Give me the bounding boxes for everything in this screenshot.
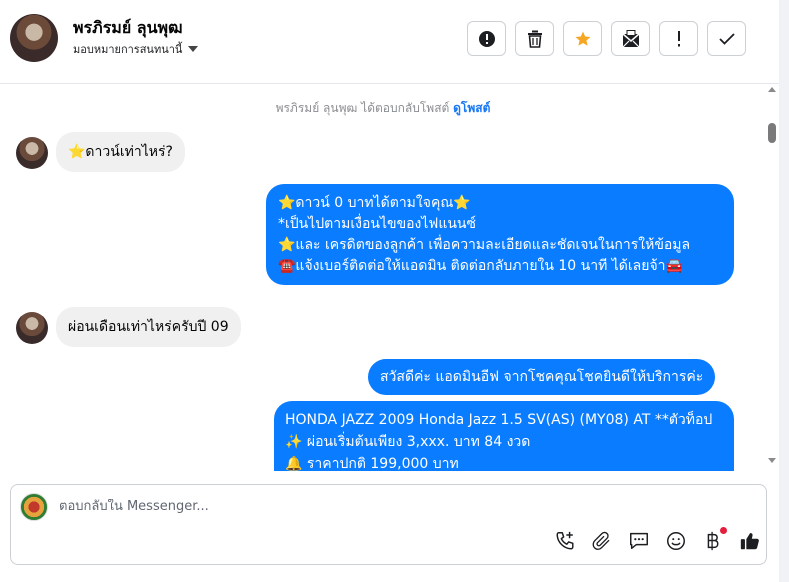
assign-conversation-dropdown[interactable]: มอบหมายการสนทนานี้ bbox=[73, 40, 199, 58]
thumbs-up-icon bbox=[740, 533, 759, 550]
saved-reply-icon bbox=[630, 532, 648, 550]
star-icon bbox=[575, 31, 590, 46]
outgoing-message[interactable]: ⭐ดาวน์ 0 บาทได้ตามใจคุณ⭐ *เป็นไปตามเงื่อ… bbox=[266, 184, 734, 285]
right-panel-edge bbox=[779, 0, 789, 582]
outgoing-message[interactable]: สวัสดีค่ะ แอดมินอีฟ จากโชคคุณโชคยินดีให้… bbox=[368, 359, 716, 395]
call-add-icon bbox=[556, 531, 574, 550]
mark-done-button[interactable] bbox=[707, 21, 746, 56]
message-line: ☎️แจ้งเบอร์ติดต่อให้แอดมิน ติดต่อกลับภาย… bbox=[278, 258, 683, 274]
caret-down-icon bbox=[188, 46, 199, 52]
view-post-link[interactable]: ดูโพสต์ bbox=[453, 101, 490, 115]
message-thread: พรภิรมย์ ลุนพุฒ ได้ตอบกลับโพสต์ ดูโพสต์ … bbox=[0, 85, 766, 471]
baht-icon bbox=[707, 531, 719, 551]
header-actions bbox=[467, 21, 746, 56]
reply-notice-text: พรภิรมย์ ลุนพุฒ ได้ตอบกลับโพสต์ bbox=[275, 101, 454, 115]
message-line: HONDA JAZZ 2009 Honda Jazz 1.5 SV(AS) (M… bbox=[285, 412, 713, 428]
reply-input[interactable] bbox=[59, 499, 619, 514]
reply-notice: พรภิรมย์ ลุนพุฒ ได้ตอบกลับโพสต์ ดูโพสต์ bbox=[0, 99, 766, 118]
notification-dot bbox=[720, 527, 727, 534]
call-button[interactable] bbox=[552, 528, 578, 554]
contact-name[interactable]: พรภิรมย์ ลุนพุฒ bbox=[73, 16, 183, 41]
payment-button[interactable] bbox=[700, 527, 727, 554]
emoji-icon bbox=[667, 532, 685, 550]
exclamation-icon bbox=[677, 30, 680, 46]
mark-unread-icon bbox=[622, 29, 639, 47]
scroll-up-arrow-icon[interactable] bbox=[768, 87, 776, 92]
mark-unread-button[interactable] bbox=[611, 21, 650, 56]
incoming-message[interactable]: ⭐ดาวน์เท่าไหร่? bbox=[56, 132, 185, 172]
page-avatar bbox=[20, 493, 48, 521]
message-line: ⭐ดาวน์ 0 บาทได้ตามใจคุณ⭐ bbox=[278, 195, 471, 211]
customer-avatar[interactable] bbox=[16, 137, 48, 169]
contact-avatar[interactable] bbox=[10, 14, 58, 62]
outgoing-message[interactable]: HONDA JAZZ 2009 Honda Jazz 1.5 SV(AS) (M… bbox=[274, 401, 734, 471]
thread-scrollbar[interactable] bbox=[766, 85, 779, 471]
report-button[interactable] bbox=[467, 21, 506, 56]
attach-button[interactable] bbox=[589, 528, 615, 554]
delete-button[interactable] bbox=[515, 21, 554, 56]
message-line: ✨ ผ่อนเริ่มต้นเพียง 3,xxx. บาท 84 งวด bbox=[285, 434, 531, 450]
message-composer bbox=[10, 484, 767, 565]
like-button[interactable] bbox=[737, 528, 763, 554]
customer-avatar[interactable] bbox=[16, 312, 48, 344]
star-button[interactable] bbox=[563, 21, 602, 56]
message-line: 🔔 ราคาปกติ 199,000 บาท bbox=[285, 456, 459, 471]
check-icon bbox=[718, 32, 735, 45]
alert-circle-icon bbox=[478, 30, 495, 47]
mark-important-button[interactable] bbox=[659, 21, 698, 56]
emoji-button[interactable] bbox=[663, 528, 689, 554]
scroll-down-arrow-icon[interactable] bbox=[768, 458, 776, 463]
incoming-message[interactable]: ผ่อนเดือนเท่าไหร่ครับปี 09 bbox=[56, 307, 241, 347]
trash-icon bbox=[527, 30, 542, 48]
conversation-header: พรภิรมย์ ลุนพุฒ มอบหมายการสนทนานี้ bbox=[0, 0, 779, 84]
assign-label: มอบหมายการสนทนานี้ bbox=[73, 43, 183, 56]
saved-replies-button[interactable] bbox=[626, 528, 652, 554]
message-line: ⭐และ เครดิตของลูกค้า เพื่อความละเอียดและ… bbox=[278, 237, 691, 253]
paperclip-icon bbox=[592, 531, 610, 550]
message-line: *เป็นไปตามเงื่อนไขของไฟแนนซ์ bbox=[278, 216, 476, 232]
scrollbar-thumb[interactable] bbox=[768, 123, 776, 143]
composer-toolbar bbox=[552, 527, 763, 554]
